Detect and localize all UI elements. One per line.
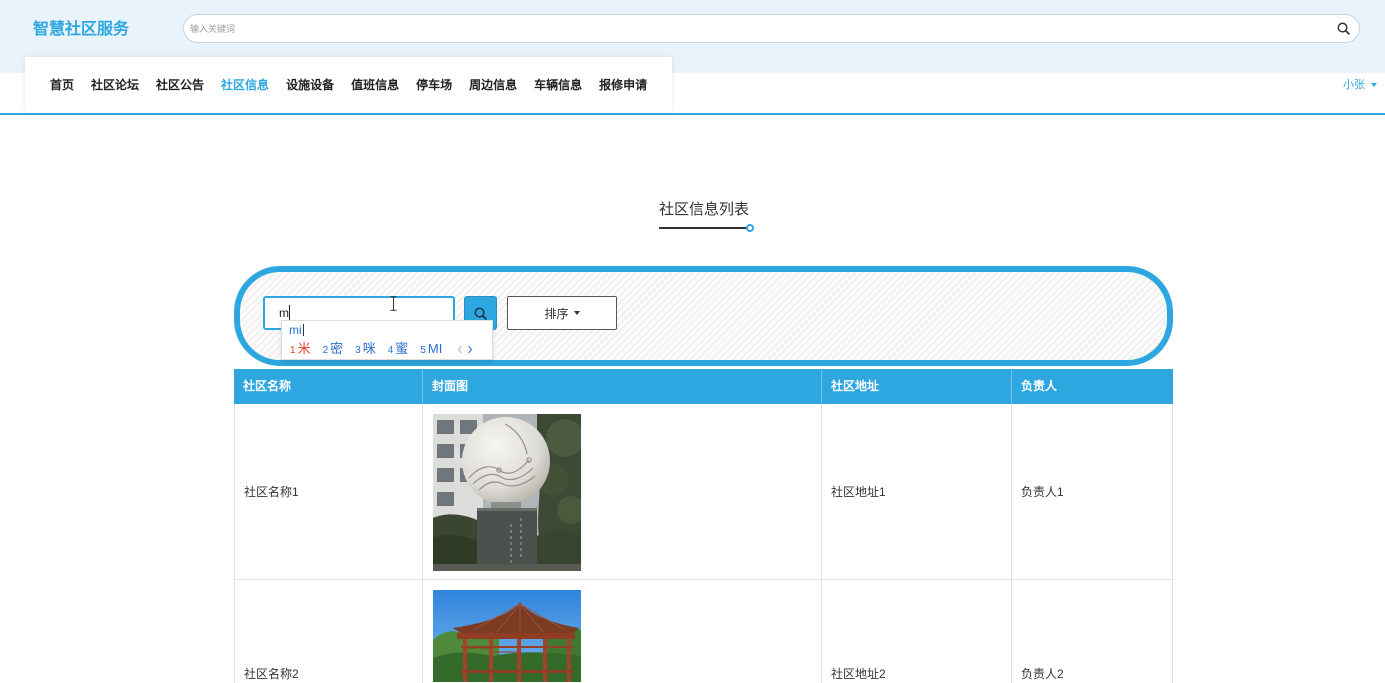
column-header-manager: 负责人: [1012, 369, 1173, 404]
chevron-right-icon[interactable]: [467, 345, 473, 354]
community-address: 社区地址2: [831, 667, 886, 681]
ime-composition: mi: [289, 322, 304, 338]
cell-community-name: 社区名称2: [234, 580, 423, 683]
cover-image[interactable]: [433, 590, 581, 682]
title-underline: [659, 227, 747, 229]
cell-community-address: 社区地址2: [822, 580, 1012, 683]
nav-item-nearby-info[interactable]: 周边信息: [469, 77, 517, 93]
text-caret: [289, 305, 290, 320]
user-menu[interactable]: 小张: [1343, 77, 1377, 93]
ime-candidate-text: 蜜: [395, 341, 409, 356]
ime-candidate[interactable]: 3 咪: [355, 340, 376, 360]
ime-candidate[interactable]: 1 米: [290, 340, 311, 360]
nav-item-repair-request[interactable]: 报修申请: [599, 77, 647, 93]
ime-candidate-popup: mi 1 米 2 密 3 咪 4 蜜 5 MI: [281, 320, 493, 360]
nav-item-forum[interactable]: 社区论坛: [91, 77, 139, 93]
nav-item-announcements[interactable]: 社区公告: [156, 77, 204, 93]
table-header-row: 社区名称 封面图 社区地址 负责人: [234, 369, 1173, 404]
main-nav: 首页 社区论坛 社区公告 社区信息 设施设备 值班信息 停车场 周边信息 车辆信…: [25, 57, 672, 113]
manager-name: 负责人2: [1021, 667, 1064, 681]
column-header-address: 社区地址: [822, 369, 1012, 404]
table-row[interactable]: 社区名称1 社区地址1 负责人1: [234, 404, 1173, 580]
column-header-cover: 封面图: [423, 369, 822, 404]
ime-candidate-index: 1: [290, 345, 296, 356]
global-search: [183, 14, 1360, 43]
title-underline-dot: [746, 224, 754, 232]
ime-candidate-index: 5: [420, 345, 426, 356]
page-title: 社区信息列表: [659, 201, 750, 218]
sort-label: 排序: [544, 306, 569, 321]
ime-candidate-index: 3: [355, 345, 361, 356]
ime-candidate-text: 密: [330, 341, 344, 356]
ime-candidate-index: 4: [387, 345, 394, 356]
ime-candidate-text: 咪: [362, 341, 376, 356]
table-row[interactable]: 社区名称2 社区地址2 负责人2: [234, 580, 1173, 683]
nav-item-home[interactable]: 首页: [50, 77, 74, 93]
nav-item-parking[interactable]: 停车场: [416, 77, 452, 93]
community-address: 社区地址1: [831, 484, 886, 499]
ime-page-arrows: [457, 345, 473, 354]
ime-composition-text: mi: [289, 323, 302, 337]
ime-candidate-text: 米: [297, 341, 311, 356]
ime-candidate[interactable]: 4 蜜: [388, 340, 409, 360]
manager-name: 负责人1: [1021, 484, 1064, 499]
ime-candidate-text: MI: [427, 341, 443, 356]
nav-item-vehicle-info[interactable]: 车辆信息: [534, 77, 582, 93]
community-info-table: 社区名称 封面图 社区地址 负责人 社区名称1 社区地址1 负责人1 社区名称2…: [234, 369, 1173, 683]
ime-candidate-list: 1 米 2 密 3 咪 4 蜜 5 MI: [290, 340, 473, 358]
community-name: 社区名称1: [244, 484, 299, 499]
cell-community-name: 社区名称1: [234, 404, 423, 580]
site-logo[interactable]: 智慧社区服务: [33, 19, 129, 41]
cell-cover: [423, 580, 822, 683]
cell-manager: 负责人1: [1012, 404, 1173, 580]
filter-panel: 排序 mi 1 米 2 密 3 咪 4 蜜: [234, 266, 1173, 366]
cell-community-address: 社区地址1: [822, 404, 1012, 580]
ime-caret: [302, 324, 304, 336]
cover-image[interactable]: [433, 414, 581, 571]
caret-down-icon: [573, 311, 580, 315]
nav-item-facilities[interactable]: 设施设备: [286, 77, 334, 93]
column-header-name: 社区名称: [234, 369, 423, 404]
user-name: 小张: [1343, 79, 1365, 91]
global-search-input[interactable]: [190, 15, 1320, 42]
ime-candidate-index: 2: [322, 345, 329, 356]
search-icon[interactable]: [1337, 22, 1350, 35]
ime-candidate[interactable]: 2 密: [323, 340, 344, 360]
text-cursor-icon: [390, 296, 397, 311]
chevron-left-icon[interactable]: [457, 345, 463, 354]
ime-candidate[interactable]: 5 MI: [420, 340, 442, 360]
header-divider: [0, 113, 1385, 115]
nav-item-community-info[interactable]: 社区信息: [221, 77, 269, 93]
sort-dropdown-button[interactable]: 排序: [507, 296, 617, 330]
caret-down-icon: [1371, 83, 1377, 87]
cell-cover: [423, 404, 822, 580]
community-name: 社区名称2: [244, 667, 299, 681]
nav-item-duty-info[interactable]: 值班信息: [351, 77, 399, 93]
search-icon: [474, 307, 487, 320]
cell-manager: 负责人2: [1012, 580, 1173, 683]
